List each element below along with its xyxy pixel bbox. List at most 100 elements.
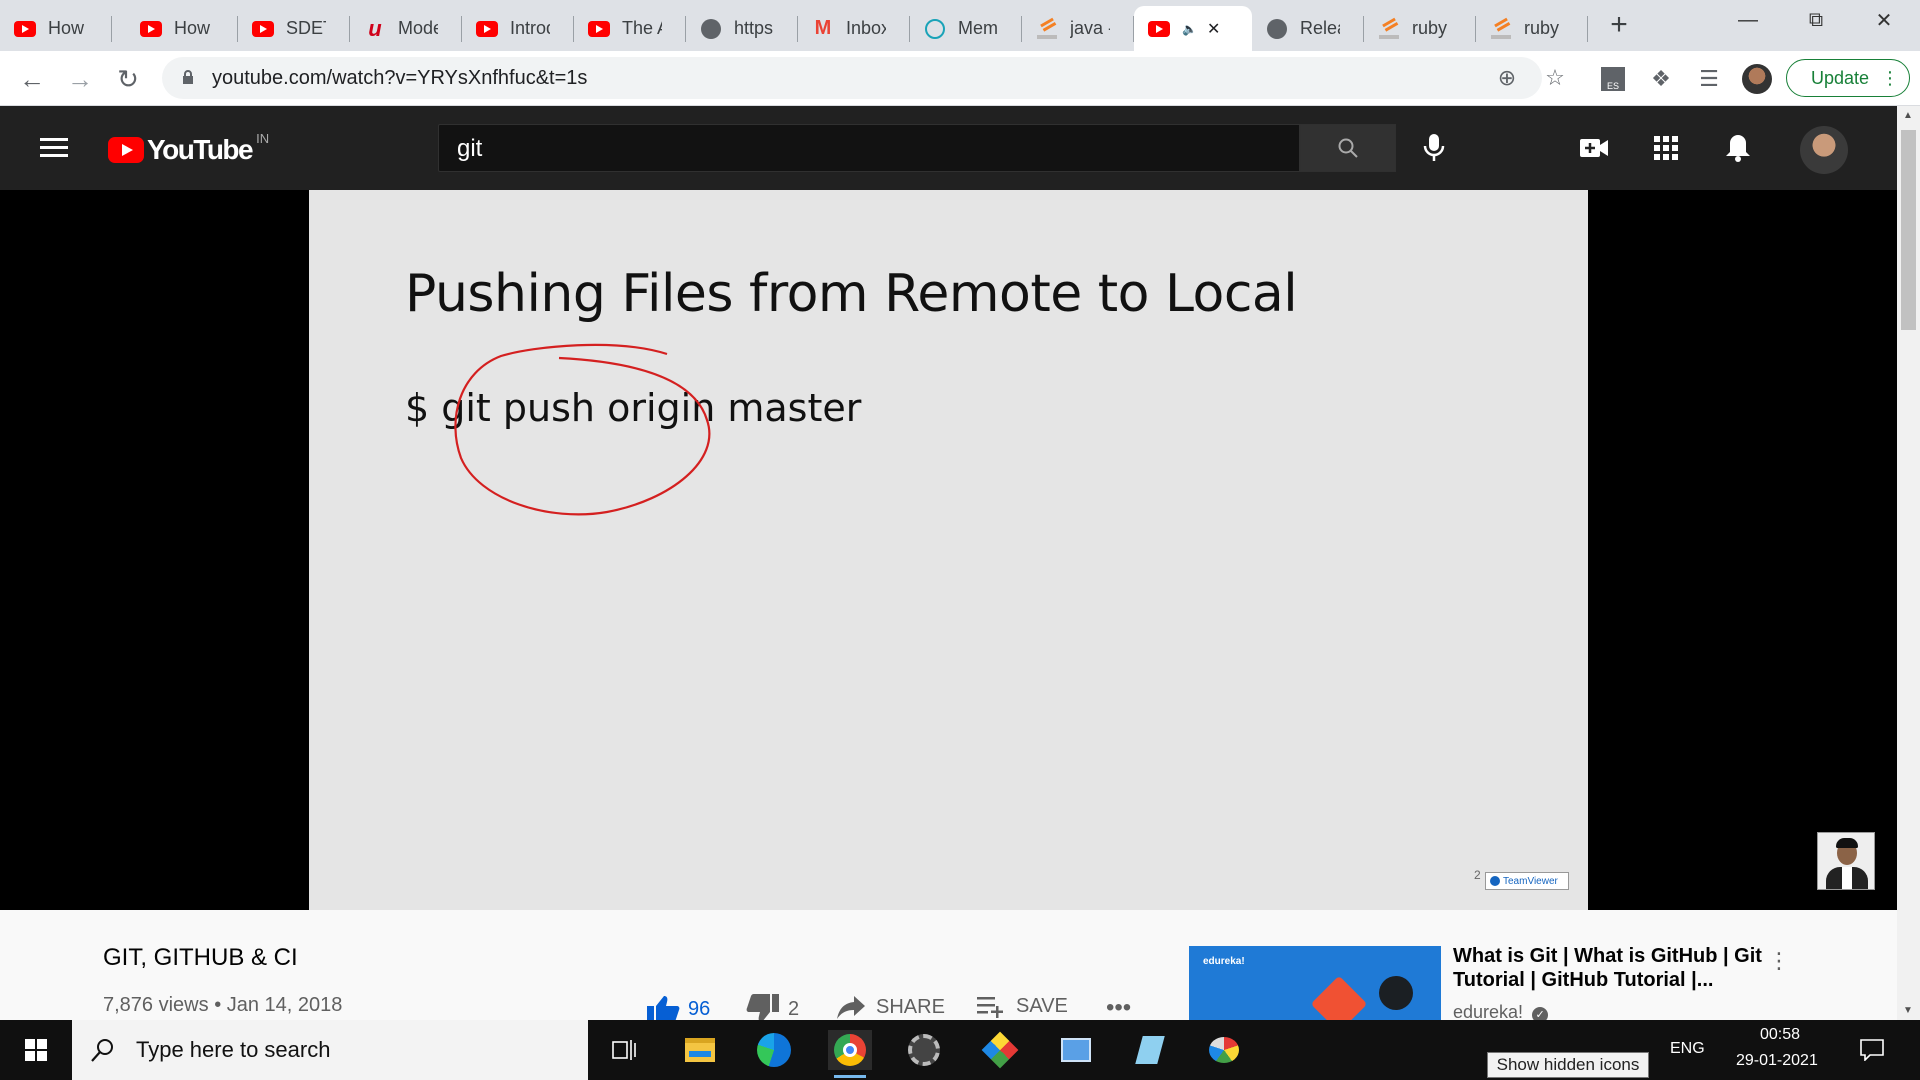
forward-button[interactable]: → [62,61,98,97]
recommended-video-title[interactable]: What is Git | What is GitHub | Git Tutor… [1453,944,1773,992]
back-button[interactable]: ← [14,61,50,97]
browser-tab[interactable]: SDET - [238,6,350,51]
scrollbar-thumb[interactable] [1901,130,1916,330]
tab-title: java - ( [1070,18,1110,38]
more-actions-icon[interactable]: ••• [1106,994,1131,1022]
video-player[interactable]: Pushing Files from Remote to Local $ git… [0,190,1897,910]
slide-page-number: 2 [1474,868,1481,882]
browser-tab[interactable]: How T [126,6,238,51]
media-control-icon[interactable]: ☰ [1694,64,1724,94]
browser-tab[interactable]: ruby o [1364,6,1476,51]
browser-tab[interactable]: Memb [910,6,1022,51]
tab-title: Memb [958,18,998,38]
taskbar-search-placeholder[interactable]: Type here to search [136,1037,330,1063]
tab-audio-icon[interactable]: 🔈 [1182,22,1197,36]
extension-es-badge: ES [1601,67,1625,91]
file-explorer-icon[interactable] [678,1030,722,1070]
windows-logo-icon [25,1039,47,1061]
extensions-puzzle-icon[interactable]: ❖ [1646,64,1676,94]
scroll-up-arrow-icon[interactable]: ▲ [1903,110,1913,121]
browser-tab[interactable]: https:/ [686,6,798,51]
stackoverflow-icon [1490,18,1512,40]
youtube-icon [1148,18,1170,40]
url-text[interactable]: youtube.com/watch?v=YRYsXnfhfuc&t=1s [212,67,587,90]
action-center-icon[interactable] [1850,1030,1894,1070]
presentation-slide: Pushing Files from Remote to Local $ git… [309,190,1588,910]
udemy-icon: u [368,15,382,41]
globe-icon [1266,18,1288,40]
new-tab-button[interactable]: + [1604,8,1634,42]
tab-title: ruby o [1524,18,1564,38]
task-view-icon[interactable] [602,1030,646,1070]
minimize-button[interactable]: — [1720,0,1776,40]
lock-icon[interactable] [182,70,194,84]
notepad-icon[interactable] [1128,1030,1172,1070]
browser-tab[interactable]: M Inbox ( [798,6,910,51]
browser-tab[interactable]: Releas [1252,6,1364,51]
recommended-video-thumbnail[interactable]: edureka! [1189,946,1441,1020]
save-button[interactable]: SAVE [976,994,1068,1018]
bookmark-star-icon[interactable]: ☆ [1542,65,1568,91]
language-indicator[interactable]: ENG [1670,1040,1705,1058]
github-octocat-icon [1379,976,1413,1010]
apps-grid-icon[interactable] [1650,132,1682,164]
git-kraken-icon[interactable] [978,1030,1022,1070]
scroll-down-arrow-icon[interactable]: ▼ [1903,1005,1913,1016]
browser-tab[interactable]: Introd [462,6,574,51]
restore-button[interactable]: ⧉ [1788,0,1844,40]
browser-menu-icon[interactable]: ⋮ [1881,68,1899,88]
paint-palette-icon[interactable] [1202,1030,1246,1070]
recommended-more-icon[interactable]: ⋮ [1768,948,1790,974]
git-logo-icon [1310,975,1368,1020]
globe-icon [700,18,722,40]
extension-es-icon[interactable]: ES [1598,64,1628,94]
browser-tab[interactable]: The Ar [574,6,686,51]
profile-avatar[interactable] [1742,64,1772,94]
tab-title: The Ar [622,18,662,38]
voice-search-microphone-icon[interactable] [1418,132,1450,164]
update-button[interactable]: Update ⋮ [1786,59,1910,97]
teamviewer-text: TeamViewer [1503,875,1558,887]
share-button[interactable]: SHARE [836,994,945,1020]
account-avatar[interactable] [1800,126,1848,174]
teamviewer-watermark: TeamViewer [1485,872,1569,890]
browser-tab[interactable]: 🔈 ✕ [1134,6,1252,51]
clock-time[interactable]: 00:58 [1760,1026,1800,1044]
hamburger-menu-icon[interactable] [40,138,68,158]
taskbar-search-box[interactable]: Type here to search [72,1020,588,1080]
tab-close-icon[interactable]: ✕ [1207,19,1220,39]
gmail-icon: M [814,17,832,39]
tab-title: https:/ [734,18,774,38]
control-panel-icon[interactable] [1054,1030,1098,1070]
create-video-icon[interactable] [1578,132,1610,164]
address-bar[interactable]: youtube.com/watch?v=YRYsXnfhfuc&t=1s ⊕ ☆ [162,57,1565,99]
browser-tab[interactable]: java - ( [1022,6,1134,51]
video-info-section: GIT, GITHUB & CI 7,876 views • Jan 14, 2… [0,910,1897,1024]
search-query[interactable]: git [457,135,482,163]
stackoverflow-icon [1378,18,1400,40]
like-count: 96 [688,997,711,1020]
browser-tab[interactable]: How t [0,6,112,51]
close-window-button[interactable]: ✕ [1856,0,1912,40]
install-app-icon[interactable]: ⊕ [1494,65,1520,91]
tab-title: How T [174,18,214,38]
browser-tab[interactable]: ruby o [1476,6,1588,51]
start-button[interactable] [0,1020,72,1080]
update-label: Update [1811,67,1870,88]
browser-tab[interactable]: u Moder [350,6,462,51]
page-scrollbar[interactable]: ▲ ▼ [1897,106,1920,1020]
tab-title: Inbox ( [846,18,886,38]
search-input[interactable]: git [438,124,1300,172]
app-gear-icon[interactable] [902,1030,946,1070]
search-button[interactable] [1300,124,1396,172]
tab-title: ruby o [1412,18,1452,38]
edge-browser-icon[interactable] [752,1030,796,1070]
tab-title: Moder [398,18,438,38]
youtube-logo[interactable]: YouTube IN [108,131,269,166]
clock-date[interactable]: 29-01-2021 [1736,1052,1818,1070]
presenter-webcam [1817,832,1875,890]
reload-button[interactable]: ↻ [110,61,146,97]
notifications-bell-icon[interactable] [1722,132,1754,164]
chrome-browser-icon[interactable] [828,1030,872,1078]
dislike-count: 2 [788,997,800,1020]
